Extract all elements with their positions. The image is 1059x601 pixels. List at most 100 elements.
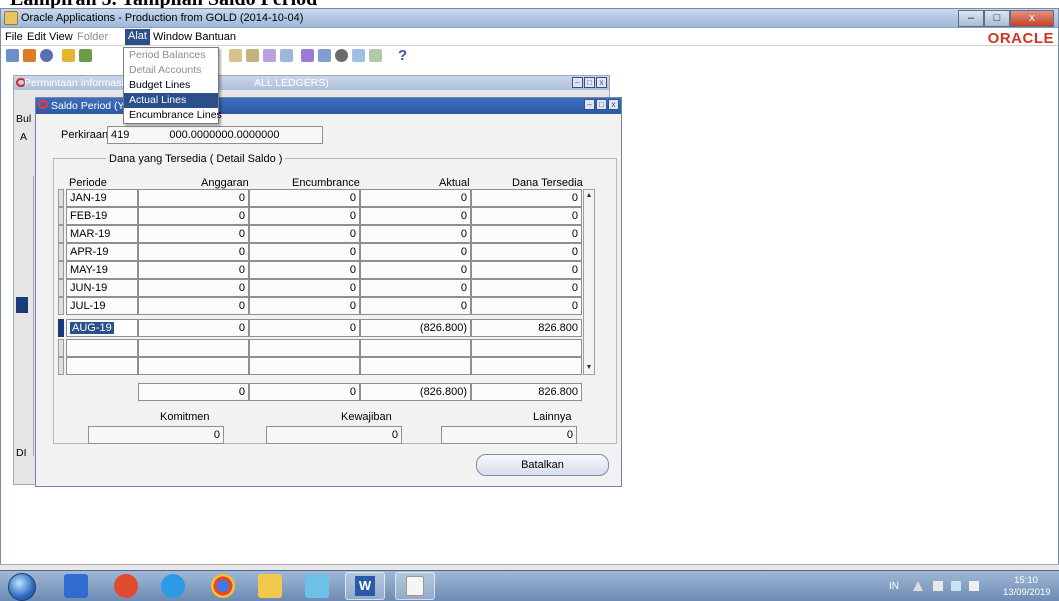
cell-empty[interactable] (138, 339, 249, 357)
batalkan-button[interactable]: Batalkan (476, 454, 609, 476)
cell-periode[interactable]: FEB-19 (66, 207, 138, 225)
cell-empty[interactable] (66, 357, 138, 375)
cell-empty[interactable] (471, 357, 582, 375)
open-icon[interactable] (6, 49, 19, 62)
language-indicator[interactable]: IN (889, 581, 899, 592)
menu-item-detail-accounts[interactable]: Detail Accounts (124, 63, 218, 78)
cell-empty[interactable] (360, 357, 471, 375)
cell-dana-tersedia[interactable]: 0 (471, 243, 582, 261)
cell-empty[interactable] (360, 339, 471, 357)
scroll-down-icon[interactable]: ▼ (584, 362, 594, 374)
folder-tools-icon[interactable] (318, 49, 331, 62)
cell-anggaran[interactable]: 0 (138, 319, 249, 337)
cell-empty[interactable] (66, 339, 138, 357)
delete-icon[interactable] (263, 49, 276, 62)
row-indicator[interactable] (58, 357, 64, 375)
tool-icon[interactable] (79, 49, 92, 62)
cell-encumbrance[interactable]: 0 (249, 225, 360, 243)
menu-edit[interactable]: Edit (27, 31, 46, 43)
cell-empty[interactable] (249, 357, 360, 375)
action-center-icon[interactable] (933, 581, 943, 591)
cell-aktual[interactable]: 0 (360, 207, 471, 225)
minimize-icon[interactable]: – (584, 99, 595, 110)
cell-periode-selected[interactable]: AUG-19 (66, 319, 138, 337)
scroll-up-icon[interactable]: ▲ (584, 190, 594, 202)
maximize-icon[interactable]: □ (596, 99, 607, 110)
menu-item-encumbrance-lines[interactable]: Encumbrance Lines (124, 108, 222, 123)
cell-anggaran[interactable]: 0 (138, 261, 249, 279)
cell-aktual[interactable]: 0 (360, 261, 471, 279)
row-indicator[interactable] (58, 225, 64, 243)
cell-periode[interactable]: APR-19 (66, 243, 138, 261)
zoom-icon[interactable] (40, 49, 53, 62)
clip-icon[interactable] (352, 49, 365, 62)
show-hidden-icons-icon[interactable] (913, 581, 923, 591)
maximize-icon[interactable]: □ (584, 77, 595, 88)
menu-item-period-balances[interactable]: Period Balances (124, 48, 218, 63)
help-icon[interactable]: ? (398, 47, 407, 64)
cell-anggaran[interactable]: 0 (138, 279, 249, 297)
find-icon[interactable] (62, 49, 75, 62)
menu-window[interactable]: Window (153, 31, 192, 43)
cell-encumbrance[interactable]: 0 (249, 319, 360, 337)
cell-aktual[interactable]: 0 (360, 189, 471, 207)
cell-periode[interactable]: JUL-19 (66, 297, 138, 315)
cell-aktual[interactable]: 0 (360, 243, 471, 261)
cell-dana-tersedia[interactable]: 0 (471, 207, 582, 225)
cell-periode[interactable]: JAN-19 (66, 189, 138, 207)
menu-folder[interactable]: Folder (77, 31, 108, 43)
window-tools-icon[interactable] (369, 49, 382, 62)
menu-alat[interactable]: Alat (125, 29, 150, 45)
menu-item-budget-lines[interactable]: Budget Lines (124, 78, 218, 93)
table-scrollbar[interactable]: ▲ ▼ (583, 189, 595, 375)
close-icon[interactable]: x (596, 77, 607, 88)
cell-dana-tersedia[interactable]: 0 (471, 189, 582, 207)
cell-dana-tersedia[interactable]: 0 (471, 279, 582, 297)
record-icon[interactable] (335, 49, 348, 62)
minimize-icon[interactable]: – (572, 77, 583, 88)
cell-empty[interactable] (249, 339, 360, 357)
row-indicator[interactable] (58, 243, 64, 261)
current-row-indicator[interactable] (58, 319, 64, 337)
cell-anggaran[interactable]: 0 (138, 243, 249, 261)
menu-item-actual-lines[interactable]: Actual Lines (124, 93, 218, 108)
close-button[interactable]: x (1010, 10, 1054, 27)
cell-periode[interactable]: JUN-19 (66, 279, 138, 297)
internet-explorer-icon[interactable] (161, 574, 185, 598)
office-icon[interactable] (114, 574, 138, 598)
row-indicator[interactable] (58, 297, 64, 315)
navigator-icon[interactable] (23, 49, 36, 62)
clear-icon[interactable] (246, 49, 259, 62)
maximize-button[interactable]: □ (984, 10, 1010, 27)
kewajiban-field[interactable]: 0 (266, 426, 402, 444)
cell-aktual[interactable]: (826.800) (360, 319, 471, 337)
cell-encumbrance[interactable]: 0 (249, 189, 360, 207)
java-taskbar-button[interactable] (395, 572, 435, 600)
cell-encumbrance[interactable]: 0 (249, 297, 360, 315)
menu-file[interactable]: File (5, 31, 23, 43)
cell-dana-tersedia[interactable]: 0 (471, 225, 582, 243)
cell-dana-tersedia[interactable]: 826.800 (471, 319, 582, 337)
word-taskbar-button[interactable]: W (345, 572, 385, 600)
cell-anggaran[interactable]: 0 (138, 207, 249, 225)
file-explorer-icon[interactable] (258, 574, 282, 598)
cell-encumbrance[interactable]: 0 (249, 207, 360, 225)
start-button-icon[interactable] (8, 573, 36, 601)
cell-aktual[interactable]: 0 (360, 279, 471, 297)
network-icon[interactable] (951, 581, 961, 591)
cell-empty[interactable] (471, 339, 582, 357)
clock[interactable]: 15:10 13/09/2019 (1003, 575, 1051, 599)
lainnya-field[interactable]: 0 (441, 426, 577, 444)
cell-encumbrance[interactable]: 0 (249, 279, 360, 297)
volume-icon[interactable] (969, 581, 979, 591)
komitmen-field[interactable]: 0 (88, 426, 224, 444)
cell-periode[interactable]: MAR-19 (66, 225, 138, 243)
row-indicator[interactable] (58, 279, 64, 297)
chrome-icon[interactable] (211, 574, 235, 598)
minimize-button[interactable]: – (958, 10, 984, 27)
row-indicator[interactable] (58, 339, 64, 357)
cell-anggaran[interactable]: 0 (138, 297, 249, 315)
cell-empty[interactable] (138, 357, 249, 375)
cell-dana-tersedia[interactable]: 0 (471, 297, 582, 315)
cell-encumbrance[interactable]: 0 (249, 243, 360, 261)
